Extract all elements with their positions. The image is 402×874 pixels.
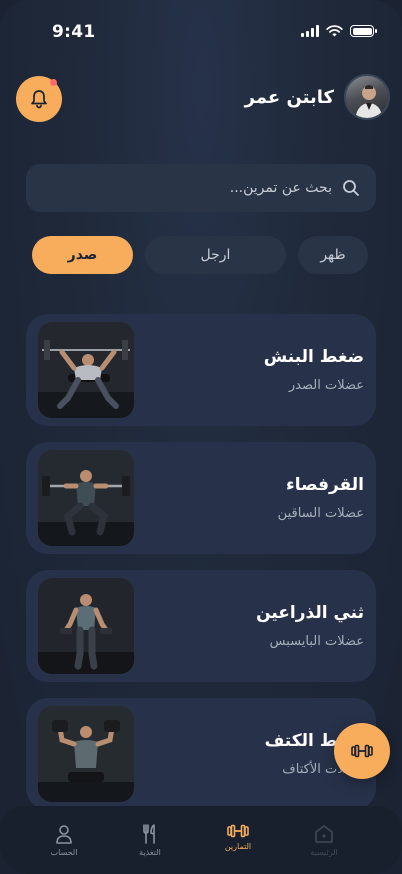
exercise-image <box>38 578 134 674</box>
home-icon <box>315 825 333 843</box>
exercise-subtitle: عضلات البايسبس <box>269 634 364 649</box>
status-icons <box>301 25 377 37</box>
filter-chip-legs[interactable]: ارجل <box>145 236 286 274</box>
exercise-card-shoulder-press[interactable]: ضغط الكتف عضلات الأكتاف <box>26 698 376 810</box>
exercise-image <box>38 322 134 418</box>
nav-item-workouts[interactable]: التمارين <box>208 824 268 851</box>
bell-icon <box>31 90 47 109</box>
coach-profile[interactable]: كابتن عمر <box>245 74 390 120</box>
nav-item-account[interactable]: الحساب <box>34 824 94 857</box>
nav-label: الحساب <box>50 848 78 857</box>
notification-dot <box>50 79 57 86</box>
exercise-subtitle: عضلات الصدر <box>288 378 364 393</box>
exercise-card-bicep-curl[interactable]: ثني الذراعين عضلات البايسبس <box>26 570 376 682</box>
avatar <box>344 74 390 120</box>
search-input[interactable] <box>62 180 332 196</box>
search-bar[interactable] <box>26 164 376 212</box>
exercise-card-bench-press[interactable]: ضغط البنش عضلات الصدر <box>26 314 376 426</box>
filter-chip-back[interactable]: ظهر <box>298 236 368 274</box>
nav-item-home[interactable]: الرئيسية <box>294 824 354 857</box>
bottom-nav: الحساب التغذية التمارين الرئيسية <box>0 806 402 874</box>
nav-label: التغذية <box>139 848 161 857</box>
battery-icon <box>350 25 377 37</box>
app-screen: 9:41 كابتن عمر بحث عن تمرين... ظهر ارجل … <box>0 0 402 874</box>
exercise-card-squat[interactable]: القرفصاء عضلات الساقين <box>26 442 376 554</box>
dumbbell-icon <box>351 744 373 758</box>
wifi-icon <box>326 25 343 37</box>
exercise-image <box>38 450 134 546</box>
coach-name: كابتن عمر <box>244 86 334 108</box>
exercise-title: ضغط البنش <box>263 347 364 367</box>
nav-label: التمارين <box>224 842 252 851</box>
status-bar: 9:41 <box>0 0 402 64</box>
search-icon <box>343 180 359 196</box>
workout-fab-button[interactable] <box>334 723 390 779</box>
filter-chip-chest[interactable]: صدر <box>32 236 133 274</box>
notifications-button[interactable] <box>16 76 62 122</box>
utensils-icon <box>143 824 155 844</box>
user-icon <box>56 825 72 844</box>
exercise-image <box>38 706 134 802</box>
avatar-image <box>355 85 383 118</box>
exercise-title: القرفصاء <box>286 475 364 495</box>
nav-label: الرئيسية <box>310 848 338 857</box>
status-time: 9:41 <box>52 22 96 42</box>
exercise-subtitle: عضلات الساقين <box>277 506 364 521</box>
exercise-title: ثني الذراعين <box>256 603 364 623</box>
filter-chips: ظهر ارجل صدر <box>0 236 402 274</box>
nav-item-nutrition[interactable]: التغذية <box>120 824 180 857</box>
dumbbell-icon <box>227 824 249 838</box>
signal-icon <box>301 25 319 37</box>
